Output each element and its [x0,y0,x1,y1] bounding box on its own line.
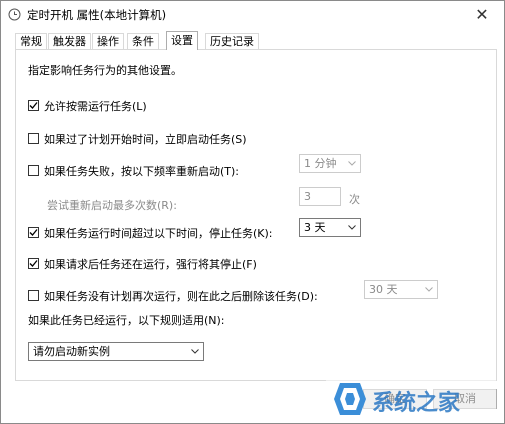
restart-interval-value: 1 分钟 [304,157,337,170]
restart-interval-select[interactable]: 1 分钟 [299,154,361,173]
restart-on-fail-checkbox[interactable] [28,165,39,176]
running-rule-value: 请勿启动新实例 [33,345,110,358]
properties-dialog: 定时开机 属性(本地计算机) ✕ 常规 触发器 操作 条件 设置 历史记录 指定… [0,0,505,424]
delete-duration-value: 30 天 [369,283,398,296]
chevron-down-icon [191,349,199,354]
running-rule-label: 如果此任务已经运行，以下规则适用(N): [28,314,225,327]
chevron-down-icon [425,287,433,292]
clock-icon [8,8,21,21]
watermark-brand-text: 系统之家 [372,391,461,416]
tab-conditions[interactable]: 条件 [127,33,159,49]
running-rule-select[interactable]: 请勿启动新实例 [28,342,204,361]
restart-attempts-input[interactable]: 3 [299,187,341,206]
stop-duration-value: 3 天 [304,221,326,234]
tab-triggers[interactable]: 触发器 [48,33,91,49]
delete-duration-select[interactable]: 30 天 [364,280,438,299]
tab-actions[interactable]: 操作 [92,33,124,49]
delete-if-not-scheduled-checkbox[interactable] [28,290,39,301]
stop-if-runs-longer-label[interactable]: 如果任务运行时间超过以下时间，停止任务(K): [44,225,273,241]
close-button[interactable]: ✕ [460,1,504,29]
check-icon [29,102,38,109]
restart-attempts-unit: 次 [349,193,360,206]
title-bar[interactable]: 定时开机 属性(本地计算机) ✕ [1,1,504,29]
restart-on-fail-label[interactable]: 如果任务失败，按以下频率重新启动(T): [44,163,239,179]
force-stop-checkbox[interactable] [28,258,39,269]
check-icon [29,260,38,267]
check-icon [29,229,38,236]
watermark: 系统之家 [326,379,496,419]
tab-settings[interactable]: 设置 [166,31,198,50]
tab-general[interactable]: 常规 [15,33,47,49]
force-stop-label[interactable]: 如果请求后任务还在运行，强行将其停止(F) [44,256,257,272]
settings-panel: 指定影响任务行为的其他设置。 允许按需运行任务(L) 如果过了计划开始时间，立即… [15,49,497,381]
close-icon: ✕ [475,5,489,24]
stop-if-runs-longer-checkbox[interactable] [28,227,39,238]
restart-attempts-label: 尝试重新启动最多次数(R): [47,199,177,212]
restart-attempts-value: 3 [304,190,311,203]
settings-description: 指定影响任务行为的其他设置。 [28,64,182,77]
chevron-down-icon [348,225,356,230]
window-title: 定时开机 属性(本地计算机) [27,8,167,22]
chevron-down-icon [348,161,356,166]
start-if-missed-checkbox[interactable] [28,133,39,144]
delete-if-not-scheduled-label[interactable]: 如果任务没有计划再次运行，则在此之后删除该任务(D): [44,288,318,304]
start-if-missed-label[interactable]: 如果过了计划开始时间，立即启动任务(S) [44,131,247,147]
allow-on-demand-label[interactable]: 允许按需运行任务(L) [44,98,147,114]
tab-history[interactable]: 历史记录 [205,33,259,49]
allow-on-demand-checkbox[interactable] [28,100,39,111]
stop-duration-select[interactable]: 3 天 [299,218,361,237]
